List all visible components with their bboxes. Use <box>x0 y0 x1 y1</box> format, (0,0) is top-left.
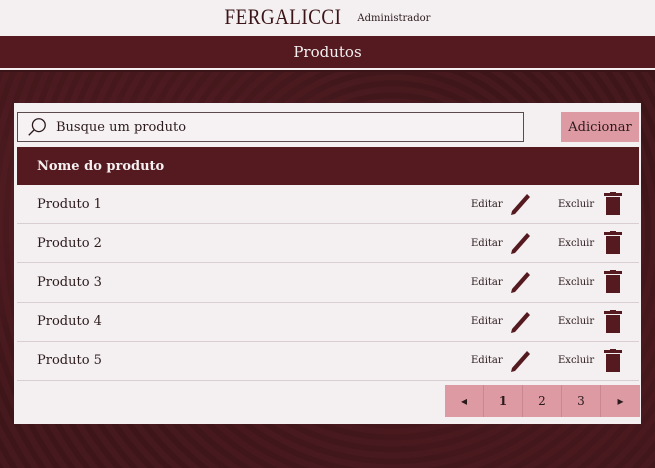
brand-logo[interactable]: FERGALICCI <box>225 5 342 30</box>
pencil-icon <box>510 194 530 216</box>
delete-label: Excluir <box>558 355 595 367</box>
pencil-icon <box>510 311 530 333</box>
delete-button[interactable]: Excluir <box>558 192 623 216</box>
pencil-icon <box>510 233 530 255</box>
delete-label: Excluir <box>558 198 595 210</box>
trash-icon <box>604 348 623 372</box>
edit-label: Editar <box>471 237 503 249</box>
delete-button[interactable]: Excluir <box>558 348 623 373</box>
page-1-button[interactable]: 1 <box>484 385 523 417</box>
trash-icon <box>604 231 623 255</box>
edit-label: Editar <box>471 198 503 210</box>
edit-label: Editar <box>471 316 503 328</box>
product-name: Produto 1 <box>37 196 102 212</box>
page-title: Produtos <box>293 43 362 61</box>
delete-button[interactable]: Excluir <box>558 270 623 294</box>
table-row: Produto 2 Editar Excluir <box>17 224 639 264</box>
trash-icon <box>604 309 623 333</box>
products-card: Adicionar Nome do produto Produto 1 Edit… <box>14 103 641 424</box>
search-input[interactable] <box>56 119 496 135</box>
page-3-button[interactable]: 3 <box>562 385 601 417</box>
trash-icon <box>604 270 623 294</box>
search-box[interactable] <box>17 112 524 142</box>
delete-label: Excluir <box>558 276 595 288</box>
edit-button[interactable]: Editar <box>471 231 531 255</box>
table-row: Produto 1 Editar Excluir <box>17 185 639 225</box>
delete-label: Excluir <box>558 237 595 249</box>
product-name: Produto 3 <box>37 274 102 290</box>
edit-label: Editar <box>471 276 503 288</box>
edit-button[interactable]: Editar <box>471 349 531 373</box>
edit-label: Editar <box>471 355 503 367</box>
prev-page-button[interactable]: ◂ <box>445 385 484 417</box>
next-page-button[interactable]: ▸ <box>601 385 640 417</box>
pencil-icon <box>510 350 530 372</box>
top-bar: FERGALICCI Administrador <box>0 0 655 36</box>
user-role: Administrador <box>357 12 431 24</box>
edit-button[interactable]: Editar <box>471 192 531 216</box>
table-header: Nome do produto <box>17 147 639 185</box>
product-name: Produto 5 <box>37 353 102 369</box>
pagination: ◂ 1 2 3 ▸ <box>445 385 640 417</box>
add-product-button[interactable]: Adicionar <box>561 112 639 142</box>
page-header: Produtos <box>0 36 655 70</box>
delete-button[interactable]: Excluir <box>558 231 623 255</box>
edit-button[interactable]: Editar <box>471 270 531 294</box>
product-name: Produto 2 <box>37 235 102 251</box>
edit-button[interactable]: Editar <box>471 310 531 334</box>
delete-label: Excluir <box>558 316 595 328</box>
trash-icon <box>604 192 623 216</box>
delete-button[interactable]: Excluir <box>558 309 623 334</box>
table-row: Produto 4 Editar Excluir <box>17 303 639 342</box>
product-name: Produto 4 <box>37 314 102 330</box>
product-list: Produto 1 Editar Excluir Produto 2 Edita… <box>17 185 639 381</box>
search-icon <box>28 118 46 136</box>
pencil-icon <box>510 272 530 294</box>
column-header-name: Nome do produto <box>37 158 165 174</box>
page-2-button[interactable]: 2 <box>523 385 562 417</box>
table-row: Produto 5 Editar Excluir <box>17 342 639 381</box>
table-row: Produto 3 Editar Excluir <box>17 263 639 303</box>
